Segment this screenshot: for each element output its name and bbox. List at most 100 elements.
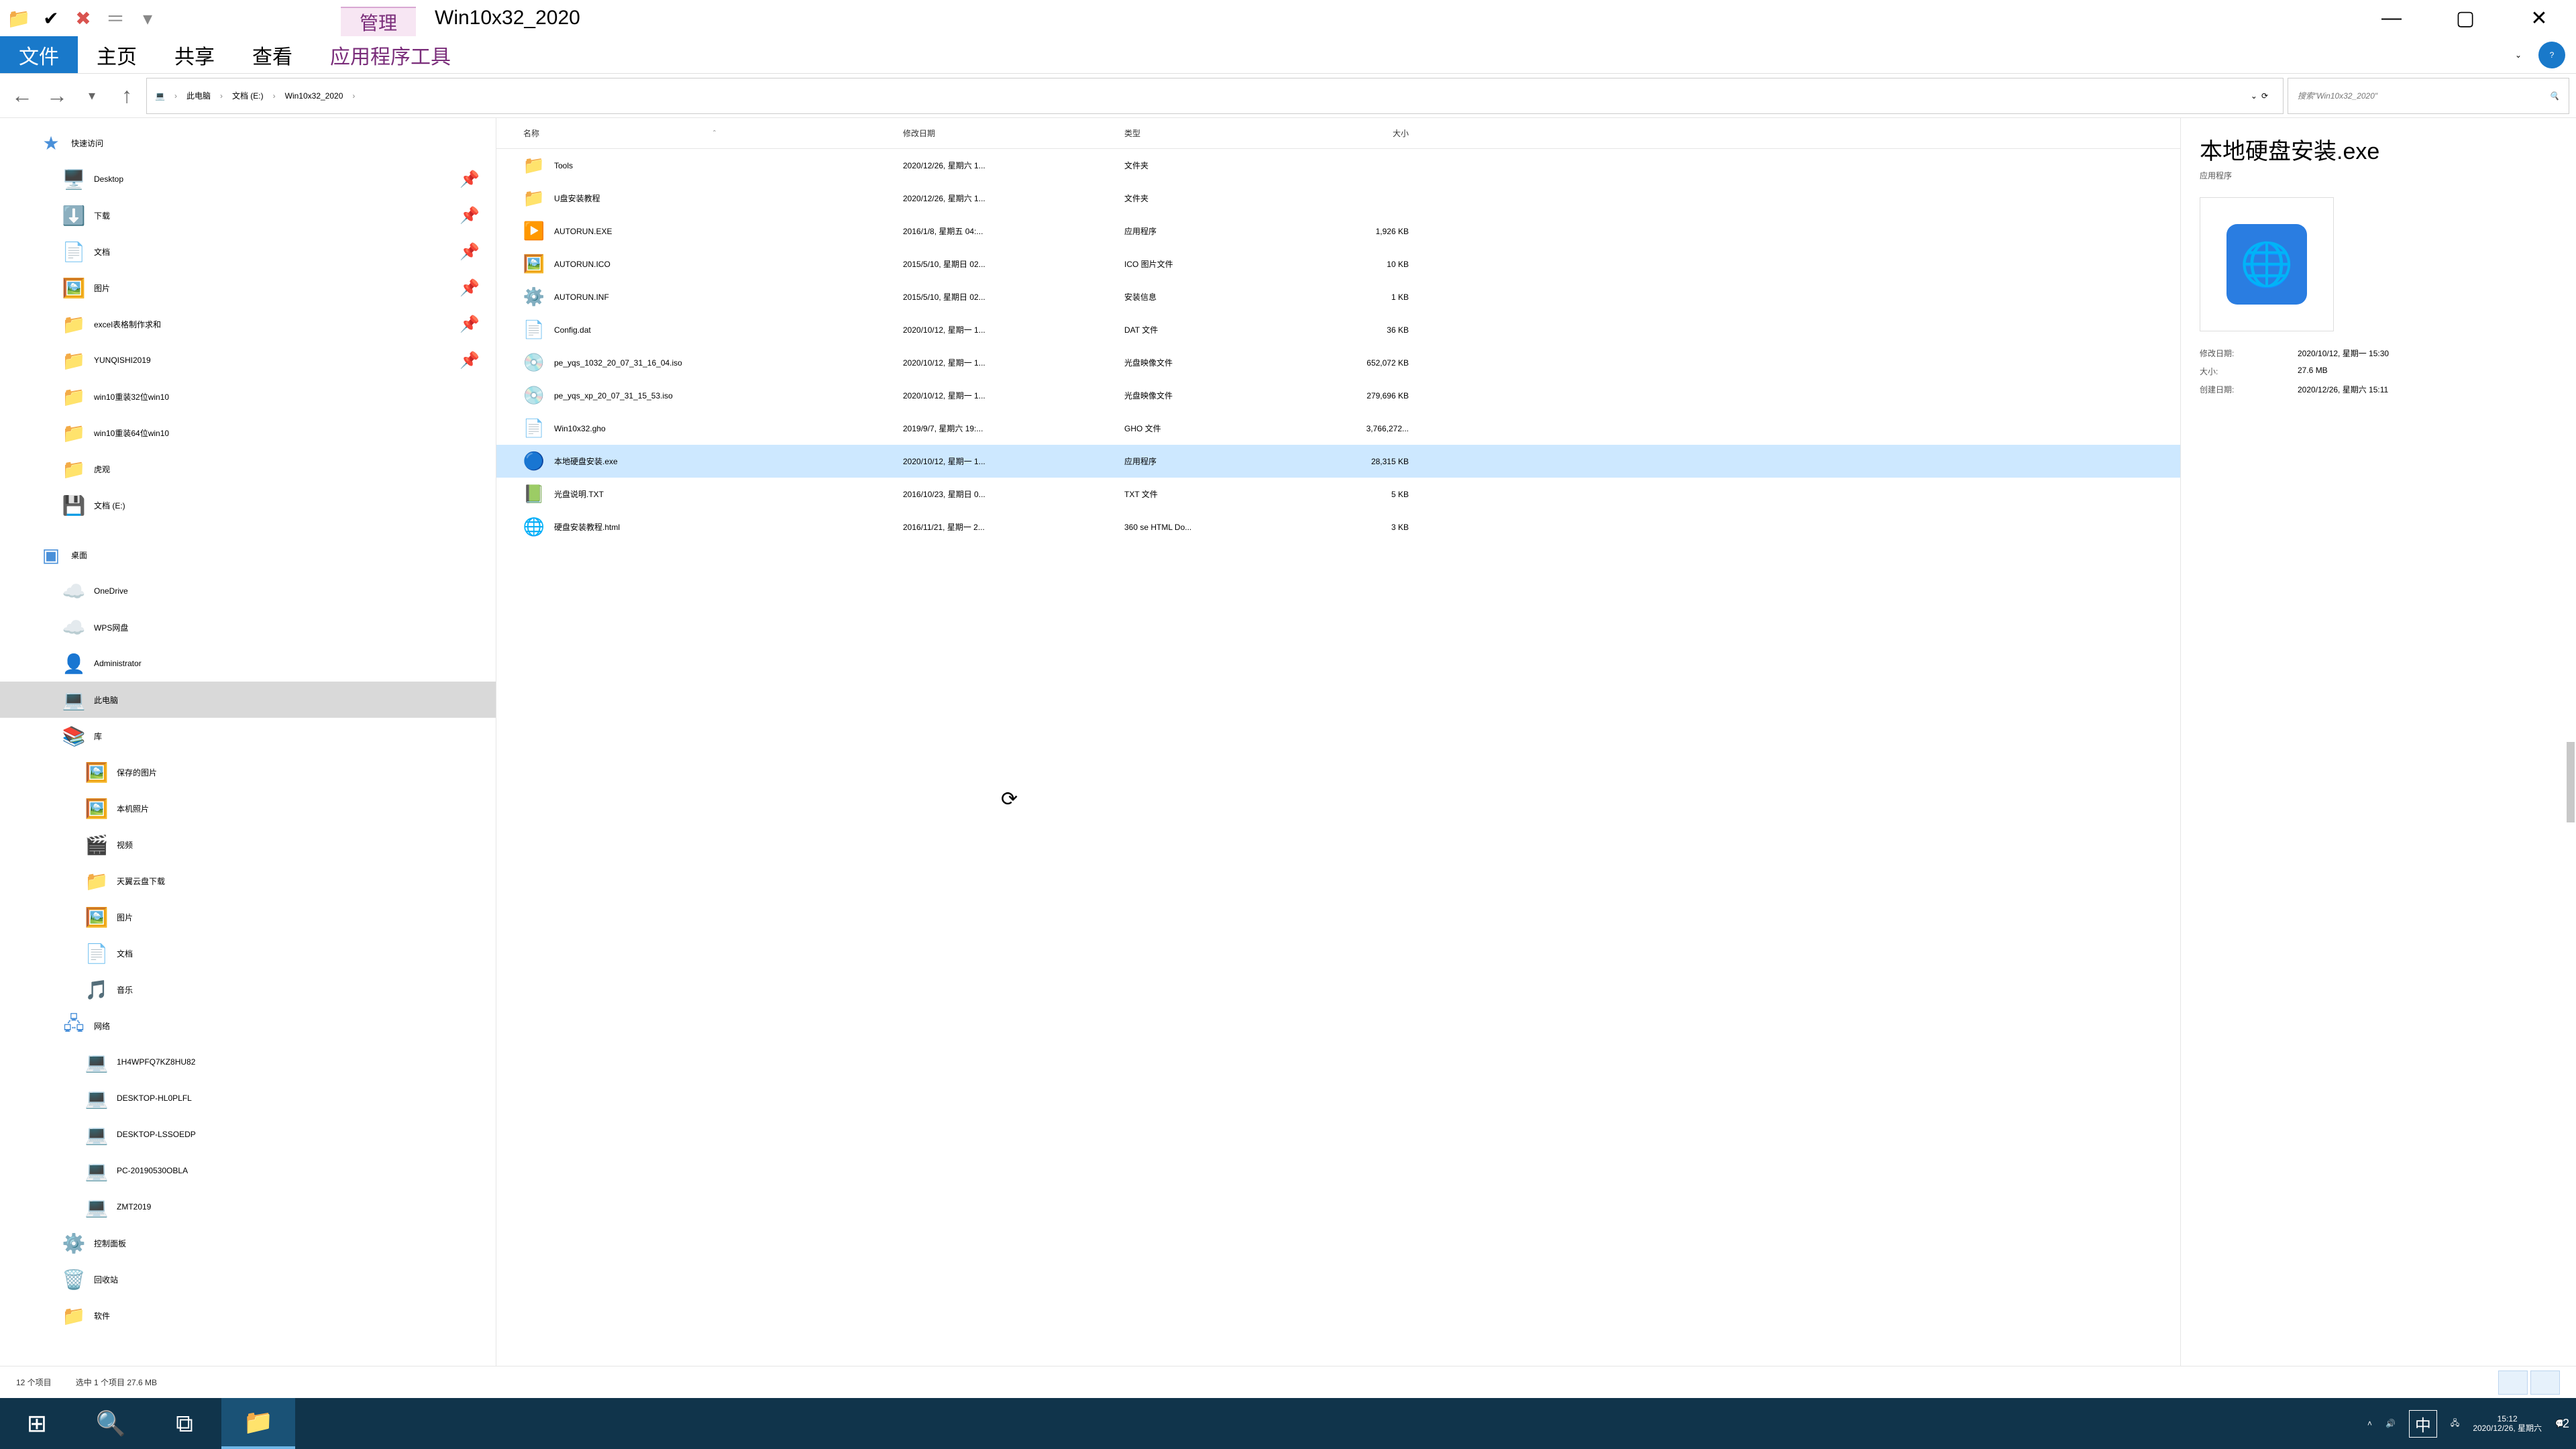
file-row[interactable]: ▶️AUTORUN.EXE2016/1/8, 星期五 04:...应用程序1,9… bbox=[496, 215, 2180, 248]
tree-item[interactable]: 📁excel表格制作求和📌 bbox=[0, 306, 496, 342]
file-name: 本地硬盘安装.exe bbox=[554, 455, 618, 467]
network-tray-icon[interactable]: 🖧 bbox=[2451, 1417, 2459, 1431]
taskbar-clock[interactable]: 15:12 2020/12/26, 星期六 bbox=[2473, 1414, 2542, 1434]
qat-dropdown-icon[interactable]: ▾ bbox=[134, 5, 161, 32]
file-row[interactable]: 🌐硬盘安装教程.html2016/11/21, 星期一 2...360 se H… bbox=[496, 511, 2180, 543]
tree-quick-access[interactable]: ★ 快速访问 bbox=[0, 125, 496, 161]
nav-forward-button[interactable]: → bbox=[42, 80, 72, 111]
tree-desktop[interactable]: ▣ 桌面 bbox=[0, 537, 496, 573]
tree-item[interactable]: 📚库 bbox=[0, 718, 496, 754]
tree-item[interactable]: 📄文档 bbox=[0, 935, 496, 971]
tab-file[interactable]: 文件 bbox=[0, 36, 78, 73]
file-row[interactable]: 📁U盘安装教程2020/12/26, 星期六 1...文件夹 bbox=[496, 182, 2180, 215]
minimize-button[interactable]: — bbox=[2355, 0, 2428, 36]
tree-item-icon: 🖼️ bbox=[63, 277, 85, 299]
tree-item[interactable]: 🎵音乐 bbox=[0, 971, 496, 1008]
file-row[interactable]: 📄Config.dat2020/10/12, 星期一 1...DAT 文件36 … bbox=[496, 313, 2180, 346]
tree-item[interactable]: 📁win10重装32位win10 bbox=[0, 378, 496, 415]
tree-item[interactable]: 📁win10重装64位win10 bbox=[0, 415, 496, 451]
tree-item[interactable]: 📄文档📌 bbox=[0, 233, 496, 270]
file-row[interactable]: ⚙️AUTORUN.INF2015/5/10, 星期日 02...安装信息1 K… bbox=[496, 280, 2180, 313]
tree-item-label: 控制面板 bbox=[94, 1238, 126, 1249]
tree-item-label: ZMT2019 bbox=[117, 1202, 151, 1212]
tree-item[interactable]: 🖼️本机照片 bbox=[0, 790, 496, 826]
file-row[interactable]: 📗光盘说明.TXT2016/10/23, 星期日 0...TXT 文件5 KB bbox=[496, 478, 2180, 511]
taskbar-search-button[interactable]: 🔍 bbox=[74, 1398, 148, 1449]
view-icons-button[interactable] bbox=[2530, 1371, 2560, 1395]
details-scrollbar[interactable] bbox=[2567, 742, 2575, 822]
tree-item[interactable]: 💻DESKTOP-HL0PLFL bbox=[0, 1080, 496, 1116]
tree-item[interactable]: 🖼️图片 bbox=[0, 899, 496, 935]
tree-item[interactable]: 💻ZMT2019 bbox=[0, 1189, 496, 1225]
chevron-right-icon[interactable]: › bbox=[352, 91, 355, 101]
tray-overflow-icon[interactable]: ˄ bbox=[2367, 1419, 2372, 1428]
crumb-this-pc[interactable]: 此电脑 bbox=[186, 90, 211, 101]
tree-item[interactable]: 📁软件 bbox=[0, 1297, 496, 1334]
col-size[interactable]: 大小 bbox=[1295, 127, 1429, 139]
tree-item-icon: 🎵 bbox=[86, 979, 107, 1000]
tab-share[interactable]: 共享 bbox=[156, 36, 233, 73]
tree-item[interactable]: 🖼️图片📌 bbox=[0, 270, 496, 306]
breadcrumb[interactable]: 💻 › 此电脑 › 文档 (E:) › Win10x32_2020 › ⌄ ⟳ bbox=[146, 78, 2284, 114]
qat-save-icon[interactable]: ✔ bbox=[38, 5, 64, 32]
tree-item[interactable]: 👤Administrator bbox=[0, 645, 496, 682]
tree-item[interactable]: ☁️WPS网盘 bbox=[0, 609, 496, 645]
nav-back-button[interactable]: ← bbox=[7, 80, 38, 111]
qat-close-icon[interactable]: ✖ bbox=[70, 5, 97, 32]
tree-item[interactable]: 💻此电脑 bbox=[0, 682, 496, 718]
crumb-drive[interactable]: 文档 (E:) bbox=[232, 90, 264, 101]
ime-indicator[interactable]: 中 bbox=[2409, 1410, 2437, 1438]
tree-item[interactable]: 💻DESKTOP-LSSOEDP bbox=[0, 1116, 496, 1152]
pin-icon: 📌 bbox=[460, 315, 480, 334]
volume-icon[interactable]: 🔊 bbox=[2385, 1419, 2396, 1428]
crumb-folder[interactable]: Win10x32_2020 bbox=[285, 91, 343, 101]
tree-item[interactable]: 💾文档 (E:) bbox=[0, 487, 496, 523]
file-row[interactable]: 🔵本地硬盘安装.exe2020/10/12, 星期一 1...应用程序28,31… bbox=[496, 445, 2180, 478]
file-row[interactable]: 📄Win10x32.gho2019/9/7, 星期六 19:...GHO 文件3… bbox=[496, 412, 2180, 445]
col-name[interactable]: 名称ˆ bbox=[496, 127, 892, 139]
tree-item[interactable]: 🖥️Desktop📌 bbox=[0, 161, 496, 197]
view-details-button[interactable] bbox=[2498, 1371, 2528, 1395]
tree-item[interactable]: 📁YUNQISHI2019📌 bbox=[0, 342, 496, 378]
tree-item[interactable]: 📁虎观 bbox=[0, 451, 496, 487]
nav-up-button[interactable]: ↑ bbox=[111, 80, 142, 111]
action-center-icon[interactable]: 💬 2 bbox=[2555, 1419, 2565, 1428]
file-row[interactable]: 🖼️AUTORUN.ICO2015/5/10, 星期日 02...ICO 图片文… bbox=[496, 248, 2180, 280]
search-input[interactable]: 搜索"Win10x32_2020" 🔍 bbox=[2288, 78, 2569, 114]
tab-app-tools[interactable]: 应用程序工具 bbox=[311, 36, 470, 73]
file-type: 光盘映像文件 bbox=[1114, 390, 1295, 401]
tree-item[interactable]: 🖼️保存的图片 bbox=[0, 754, 496, 790]
tab-view[interactable]: 查看 bbox=[233, 36, 311, 73]
tree-item[interactable]: 🎬视频 bbox=[0, 826, 496, 863]
nav-history-dropdown[interactable]: ▾ bbox=[76, 80, 107, 111]
help-icon[interactable]: ? bbox=[2538, 42, 2565, 68]
tab-home[interactable]: 主页 bbox=[78, 36, 156, 73]
tree-label: 桌面 bbox=[71, 549, 87, 561]
tree-item[interactable]: ⚙️控制面板 bbox=[0, 1225, 496, 1261]
tree-item[interactable]: ⬇️下载📌 bbox=[0, 197, 496, 233]
ribbon-expand-icon[interactable]: ⌄ bbox=[2498, 36, 2538, 73]
tree-item[interactable]: ☁️OneDrive bbox=[0, 573, 496, 609]
task-view-button[interactable]: ⧉ bbox=[148, 1398, 221, 1449]
address-dropdown-icon[interactable]: ⌄ bbox=[2251, 91, 2257, 101]
col-date[interactable]: 修改日期 bbox=[892, 127, 1114, 139]
close-button[interactable]: ✕ bbox=[2502, 0, 2576, 36]
chevron-right-icon[interactable]: › bbox=[273, 91, 276, 101]
tree-item[interactable]: 💻PC-20190530OBLA bbox=[0, 1152, 496, 1189]
file-row[interactable]: 💿pe_yqs_1032_20_07_31_16_04.iso2020/10/1… bbox=[496, 346, 2180, 379]
col-type[interactable]: 类型 bbox=[1114, 127, 1295, 139]
tree-item[interactable]: 🗑️回收站 bbox=[0, 1261, 496, 1297]
tree-item[interactable]: 💻1H4WPFQ7KZ8HU82 bbox=[0, 1044, 496, 1080]
file-row[interactable]: 💿pe_yqs_xp_20_07_31_15_53.iso2020/10/12,… bbox=[496, 379, 2180, 412]
chevron-right-icon[interactable]: › bbox=[174, 91, 177, 101]
tree-network[interactable]: 🖧 网络 bbox=[0, 1008, 496, 1044]
details-property: 修改日期:2020/10/12, 星期一 15:30 bbox=[2200, 347, 2557, 359]
tree-item[interactable]: 📁天翼云盘下载 bbox=[0, 863, 496, 899]
chevron-right-icon[interactable]: › bbox=[220, 91, 223, 101]
file-row[interactable]: 📁Tools2020/12/26, 星期六 1...文件夹 bbox=[496, 149, 2180, 182]
start-button[interactable]: ⊞ bbox=[0, 1398, 74, 1449]
maximize-button[interactable]: ▢ bbox=[2428, 0, 2502, 36]
qat-equals-icon[interactable]: ＝ bbox=[102, 5, 129, 32]
refresh-icon[interactable]: ⟳ bbox=[2261, 91, 2268, 101]
taskbar-explorer[interactable]: 📁 bbox=[221, 1398, 295, 1449]
